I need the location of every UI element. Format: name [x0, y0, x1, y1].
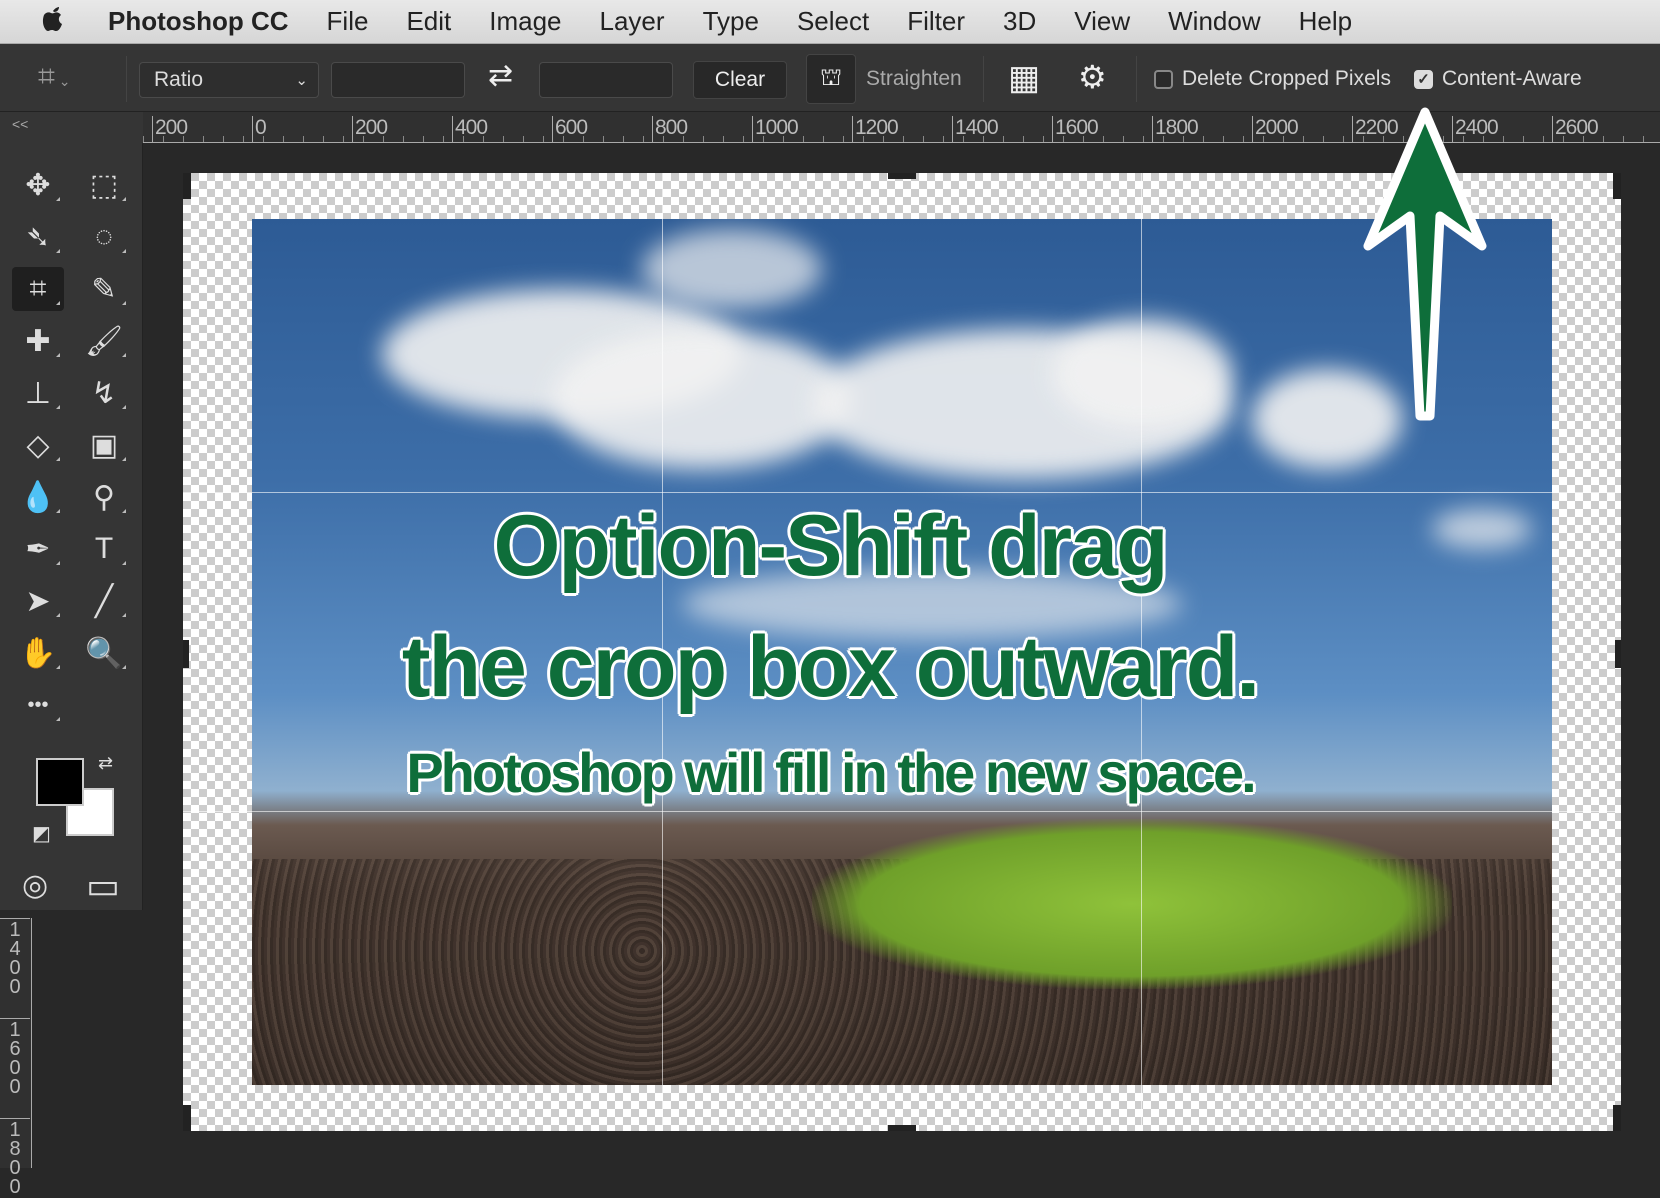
- panel-collapse-button[interactable]: <<: [0, 112, 143, 143]
- grid-line: [183, 811, 1621, 812]
- delete-cropped-checkbox[interactable]: [1154, 70, 1173, 89]
- ratio-dropdown[interactable]: Ratio ⌄: [139, 62, 319, 98]
- ruler-tick: 1600: [0, 1018, 30, 1097]
- default-colors-icon[interactable]: ◩: [32, 821, 51, 846]
- divider: [126, 56, 127, 102]
- screen-mode-icon[interactable]: ▭: [86, 865, 120, 907]
- crop-handle[interactable]: [888, 173, 916, 179]
- menu-help[interactable]: Help: [1299, 6, 1352, 37]
- width-input[interactable]: [331, 62, 465, 98]
- crop-handle[interactable]: [183, 173, 191, 199]
- delete-cropped-label[interactable]: Delete Cropped Pixels: [1182, 67, 1391, 91]
- eraser-tool-icon[interactable]: ◇: [12, 423, 64, 467]
- ruler-tick: 1200: [852, 116, 899, 142]
- swap-icon[interactable]: ⇄: [488, 58, 513, 93]
- content-aware-label[interactable]: Content-Aware: [1442, 67, 1582, 91]
- callout-line-2: the crop box outward.: [401, 619, 1260, 715]
- ruler-tick: 0: [252, 116, 267, 142]
- menu-window[interactable]: Window: [1168, 6, 1260, 37]
- vertical-ruler[interactable]: 1400 1600 1800: [0, 918, 32, 1197]
- ruler-tick: 2000: [1252, 116, 1299, 142]
- menu-edit[interactable]: Edit: [406, 6, 451, 37]
- ratio-label: Ratio: [154, 68, 204, 91]
- divider: [983, 56, 984, 102]
- ruler-tick: 1400: [0, 918, 30, 997]
- menu-type[interactable]: Type: [703, 6, 759, 37]
- menu-select[interactable]: Select: [797, 6, 869, 37]
- options-bar: ⌗ ⌄ Ratio ⌄ ⇄ Clear ⛫ Straighten ▦ ⚙ Dele…: [0, 44, 1660, 112]
- ruler-tick: 1800: [1152, 116, 1199, 142]
- ruler-tick: 1000: [752, 116, 799, 142]
- crop-handle[interactable]: [888, 1125, 916, 1131]
- menu-bar: Photoshop CC File Edit Image Layer Type …: [0, 0, 1660, 44]
- ruler-tick: 200: [152, 116, 188, 142]
- ruler-tick: 600: [552, 116, 588, 142]
- grass-patch: [812, 819, 1452, 989]
- ruler-tick: 1600: [1052, 116, 1099, 142]
- menu-image[interactable]: Image: [489, 6, 561, 37]
- straighten-icon[interactable]: ⛫: [806, 54, 856, 104]
- chevron-down-icon: ⌄: [295, 72, 308, 89]
- move-tool-icon[interactable]: ✥: [12, 163, 64, 207]
- ruler-tick: 400: [452, 116, 488, 142]
- gear-icon[interactable]: ⚙: [1078, 58, 1107, 96]
- crop-tool-icon[interactable]: ⌗: [12, 267, 64, 311]
- quick-mask-icon[interactable]: ◎: [22, 868, 48, 903]
- history-brush-tool-icon[interactable]: ↯: [78, 371, 130, 415]
- content-aware-checkbox[interactable]: ✓: [1414, 70, 1433, 89]
- crop-handle[interactable]: [183, 1105, 191, 1131]
- apple-icon[interactable]: [40, 3, 78, 40]
- crop-preset-icon[interactable]: ⌗ ⌄: [38, 60, 71, 94]
- menu-app-name[interactable]: Photoshop CC: [108, 6, 289, 37]
- lasso-tool-icon[interactable]: ➴: [12, 215, 64, 259]
- crop-handle[interactable]: [1613, 1105, 1621, 1131]
- quick-select-tool-icon[interactable]: ◌: [78, 215, 130, 259]
- healing-tool-icon[interactable]: ✚: [12, 319, 64, 363]
- ruler-tick: 1800: [0, 1118, 30, 1197]
- straighten-label[interactable]: Straighten: [866, 67, 962, 91]
- eyedropper-tool-icon[interactable]: ✎: [78, 267, 130, 311]
- gradient-tool-icon[interactable]: ▣: [78, 423, 130, 467]
- menu-filter[interactable]: Filter: [907, 6, 965, 37]
- crop-handle[interactable]: [1613, 173, 1621, 199]
- height-input[interactable]: [539, 62, 673, 98]
- foreground-color-swatch[interactable]: [36, 758, 84, 806]
- brush-tool-icon[interactable]: 🖌: [78, 319, 130, 363]
- menu-view[interactable]: View: [1074, 6, 1130, 37]
- menu-file[interactable]: File: [327, 6, 369, 37]
- ruler-tick: 200: [352, 116, 388, 142]
- callout-line-1: Option-Shift drag: [493, 498, 1169, 594]
- ruler-tick: 2600: [1552, 116, 1599, 142]
- callout-line-3: Photoshop will fill in the new space.: [406, 741, 1256, 804]
- arrow-up-icon: [1363, 107, 1487, 421]
- divider: [1136, 56, 1137, 102]
- menu-3d[interactable]: 3D: [1003, 6, 1036, 37]
- clear-button[interactable]: Clear: [693, 61, 787, 99]
- ruler-tick: 800: [652, 116, 688, 142]
- marquee-tool-icon[interactable]: ⬚: [78, 163, 130, 207]
- grid-line: [183, 492, 1621, 493]
- menu-layer[interactable]: Layer: [600, 6, 665, 37]
- grid-overlay-icon[interactable]: ▦: [1008, 58, 1040, 98]
- ruler-tick: 1400: [952, 116, 999, 142]
- stamp-tool-icon[interactable]: ⊥: [12, 371, 64, 415]
